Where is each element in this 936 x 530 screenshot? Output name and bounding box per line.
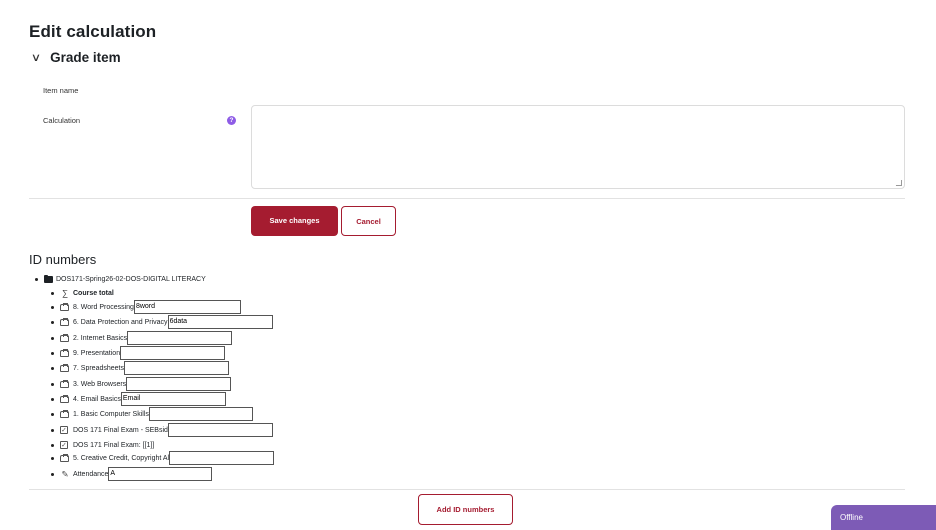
cancel-button[interactable]: Cancel <box>341 206 396 236</box>
bullet <box>51 397 54 401</box>
item-label: DOS 171 Final Exam: [[1]] <box>73 441 155 449</box>
grade-item-icon <box>60 394 69 403</box>
quiz-icon: ✓ <box>60 426 68 434</box>
bullet <box>51 336 54 340</box>
grade-item-icon <box>60 317 69 326</box>
save-changes-button[interactable]: Save changes <box>251 206 338 236</box>
bullet <box>51 320 54 324</box>
calculation-textarea[interactable] <box>251 105 905 189</box>
item-label: DOS 171 Final Exam - SEBsid <box>73 426 168 434</box>
id-number-input[interactable] <box>167 423 273 437</box>
grade-item-icon <box>60 302 69 311</box>
grade-item-icon <box>60 348 69 357</box>
id-number-input[interactable]: Email <box>120 392 226 406</box>
resize-handle-icon[interactable] <box>895 180 903 186</box>
id-number-input[interactable] <box>126 377 232 391</box>
id-number-input[interactable]: 6data <box>167 315 273 329</box>
tree-row: ✎ Attendance A <box>51 467 213 481</box>
grade-item-section-header[interactable]: ∨ Grade item <box>31 50 121 65</box>
id-number-input[interactable]: A <box>108 467 213 481</box>
add-id-numbers-button[interactable]: Add ID numbers <box>418 494 513 525</box>
tree-row: 5. Creative Credit, Copyright Al <box>51 451 275 465</box>
tree-row: 6. Data Protection and Privacy 6data <box>51 315 273 329</box>
course-name: DOS171-Spring26-02-DOS-DIGITAL LITERACY <box>56 276 206 283</box>
bullet <box>51 456 54 460</box>
id-number-input[interactable] <box>127 331 233 345</box>
id-number-input[interactable] <box>148 407 253 421</box>
divider <box>29 489 905 490</box>
grade-item-icon <box>60 333 69 342</box>
item-label: 4. Email Basics <box>73 395 121 403</box>
section-title: Grade item <box>50 50 121 65</box>
bullet <box>51 443 54 447</box>
bullet <box>51 351 54 355</box>
bullet <box>35 278 38 281</box>
item-label: Attendance <box>73 470 109 478</box>
grade-item-icon <box>60 409 69 418</box>
bullet <box>51 382 54 386</box>
item-label: 8. Word Processing <box>73 303 134 311</box>
bullet <box>51 366 54 370</box>
tree-row: ∑ Course total <box>51 286 114 300</box>
bullet <box>51 305 54 309</box>
bullet <box>51 412 54 416</box>
divider <box>29 198 905 199</box>
id-number-input[interactable] <box>123 361 229 375</box>
item-name-label: Item name <box>43 86 79 95</box>
bullet <box>51 291 54 295</box>
page-title: Edit calculation <box>29 22 157 41</box>
tree-root: DOS171-Spring26-02-DOS-DIGITAL LITERACY <box>35 275 206 283</box>
folder-icon <box>44 275 53 283</box>
item-label: 7. Spreadsheets <box>73 364 124 372</box>
grade-item-icon <box>60 363 69 372</box>
attendance-icon: ✎ <box>61 468 69 479</box>
id-number-input[interactable] <box>169 451 275 465</box>
tree-row: 4. Email Basics Email <box>51 392 226 406</box>
grade-item-icon <box>60 453 69 462</box>
bullet <box>51 472 54 476</box>
chevron-down-icon[interactable]: ∨ <box>31 51 41 64</box>
quiz-icon: ✓ <box>60 441 68 449</box>
item-label: 2. Internet Basics <box>73 334 128 342</box>
item-label: 9. Presentation <box>73 349 121 357</box>
tree-row: 3. Web Browsers <box>51 377 232 391</box>
tree-row: ✓ DOS 171 Final Exam: [[1]] <box>51 438 154 452</box>
tree-row: 9. Presentation <box>51 346 226 360</box>
item-label: Course total <box>73 289 114 297</box>
id-number-input[interactable]: 8word <box>133 300 241 314</box>
id-numbers-heading: ID numbers <box>29 252 97 267</box>
bullet <box>51 428 54 432</box>
item-label: 5. Creative Credit, Copyright Al <box>73 454 170 462</box>
calculation-label: Calculation <box>43 116 81 125</box>
help-icon[interactable]: ? <box>227 116 236 125</box>
item-label: 3. Web Browsers <box>73 380 127 388</box>
tree-row: 8. Word Processing 8word <box>51 300 241 314</box>
item-label: 1. Basic Computer Skills <box>73 410 149 418</box>
item-label: 6. Data Protection and Privacy <box>73 318 168 326</box>
grade-item-icon <box>60 379 69 388</box>
tree-row: ✓ DOS 171 Final Exam - SEBsid <box>51 423 273 437</box>
id-number-input[interactable] <box>120 346 226 360</box>
sigma-icon: ∑ <box>61 287 69 298</box>
tree-row: 7. Spreadsheets <box>51 361 229 375</box>
tree-row: 1. Basic Computer Skills <box>51 407 253 421</box>
offline-status-badge: Offline <box>831 505 936 530</box>
tree-row: 2. Internet Basics <box>51 331 233 345</box>
